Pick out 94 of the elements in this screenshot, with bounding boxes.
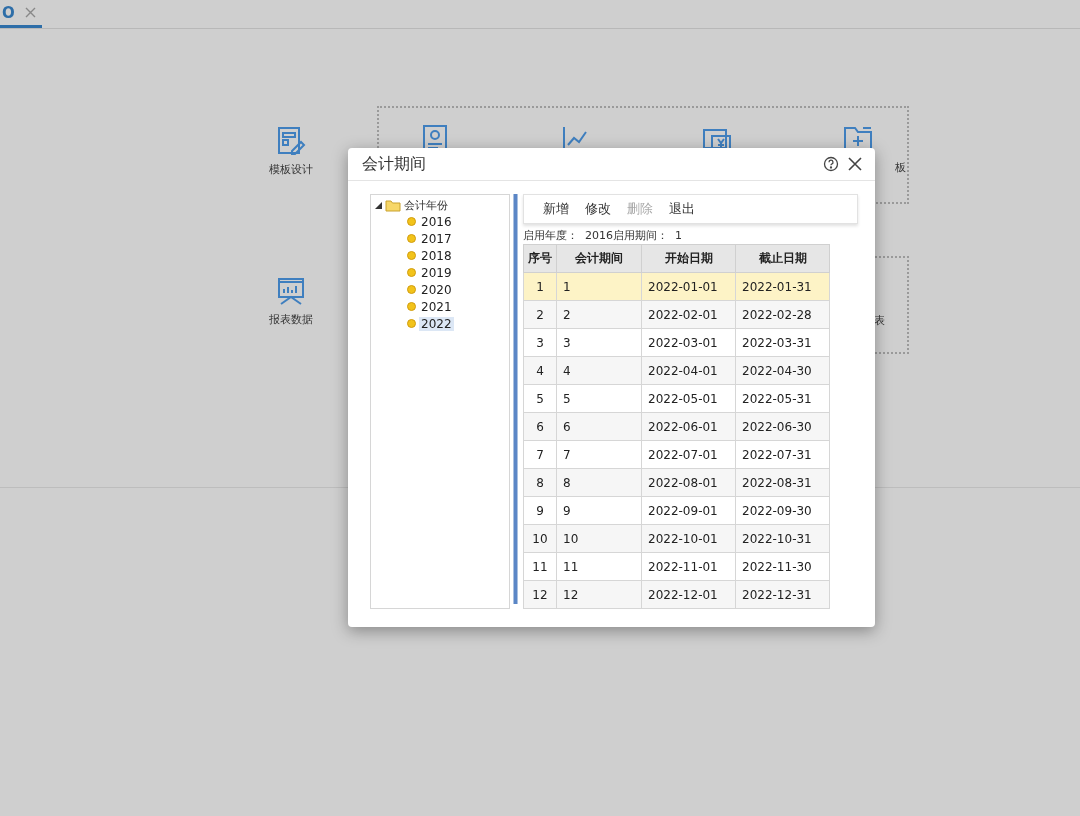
table-cell: 1 bbox=[523, 272, 557, 301]
table-row[interactable]: 7 7 2022-07-01 2022-07-31 bbox=[523, 440, 830, 469]
table-cell: 6 bbox=[523, 412, 557, 441]
table-cell: 8 bbox=[556, 468, 642, 497]
table-cell: 10 bbox=[556, 524, 642, 553]
table-row[interactable]: 11 11 2022-11-01 2022-11-30 bbox=[523, 552, 830, 581]
table-cell: 1 bbox=[556, 272, 642, 301]
table-row[interactable]: 2 2 2022-02-01 2022-02-28 bbox=[523, 300, 830, 329]
table-cell: 2022-01-01 bbox=[641, 272, 736, 301]
dot-icon bbox=[407, 217, 416, 226]
tree-item[interactable]: 2021 bbox=[419, 299, 454, 314]
table-cell: 2022-06-01 bbox=[641, 412, 736, 441]
launcher-label[interactable]: 板 bbox=[895, 160, 906, 175]
table-row[interactable]: 6 6 2022-06-01 2022-06-30 bbox=[523, 412, 830, 441]
toolbar-button[interactable]: 修改 bbox=[578, 200, 618, 218]
table-cell: 5 bbox=[523, 384, 557, 413]
folder-icon bbox=[385, 199, 401, 212]
tree-item[interactable]: 2016 bbox=[419, 214, 454, 229]
table-cell: 9 bbox=[523, 496, 557, 525]
dot-icon bbox=[407, 285, 416, 294]
table-cell: 2 bbox=[556, 300, 642, 329]
table-cell: 2 bbox=[523, 300, 557, 329]
column-header[interactable]: 会计期间 bbox=[556, 244, 642, 273]
table-cell: 2022-11-01 bbox=[641, 552, 736, 581]
table-cell: 2022-08-01 bbox=[641, 468, 736, 497]
table-cell: 2022-01-31 bbox=[735, 272, 830, 301]
table-cell: 2022-03-31 bbox=[735, 328, 830, 357]
column-header[interactable]: 开始日期 bbox=[641, 244, 736, 273]
table-cell: 2022-09-01 bbox=[641, 496, 736, 525]
table-cell: 2022-12-31 bbox=[735, 580, 830, 609]
table-cell: 10 bbox=[523, 524, 557, 553]
table-row[interactable]: 8 8 2022-08-01 2022-08-31 bbox=[523, 468, 830, 497]
table-cell: 4 bbox=[556, 356, 642, 385]
table-row[interactable]: 5 5 2022-05-01 2022-05-31 bbox=[523, 384, 830, 413]
table-cell: 12 bbox=[523, 580, 557, 609]
table-cell: 2022-04-30 bbox=[735, 356, 830, 385]
table-row[interactable]: 1 1 2022-01-01 2022-01-31 bbox=[523, 272, 830, 301]
launcher-label[interactable]: 表 bbox=[874, 313, 885, 328]
help-icon[interactable] bbox=[823, 156, 839, 172]
table-cell: 11 bbox=[556, 552, 642, 581]
table-cell: 2022-03-01 bbox=[641, 328, 736, 357]
table-cell: 3 bbox=[556, 328, 642, 357]
form-pen-icon[interactable] bbox=[276, 126, 306, 156]
table-cell: 2022-08-31 bbox=[735, 468, 830, 497]
table-cell: 2022-02-01 bbox=[641, 300, 736, 329]
table-cell: 2022-10-31 bbox=[735, 524, 830, 553]
table-cell: 2022-11-30 bbox=[735, 552, 830, 581]
table-cell: 2022-02-28 bbox=[735, 300, 830, 329]
tree-item[interactable]: 2019 bbox=[419, 265, 454, 280]
column-header[interactable]: 截止日期 bbox=[735, 244, 830, 273]
table-cell: 2022-10-01 bbox=[641, 524, 736, 553]
table-cell: 9 bbox=[556, 496, 642, 525]
dot-icon bbox=[407, 302, 416, 311]
table-cell: 8 bbox=[523, 468, 557, 497]
table-cell: 4 bbox=[523, 356, 557, 385]
table-cell: 2022-06-30 bbox=[735, 412, 830, 441]
dot-icon bbox=[407, 251, 416, 260]
table-row[interactable]: 4 4 2022-04-01 2022-04-30 bbox=[523, 356, 830, 385]
table-cell: 2022-07-31 bbox=[735, 440, 830, 469]
table-cell: 2022-05-31 bbox=[735, 384, 830, 413]
table-cell: 2022-05-01 bbox=[641, 384, 736, 413]
tree-item[interactable]: 2022 bbox=[419, 316, 454, 331]
dot-icon bbox=[407, 319, 416, 328]
table-row[interactable]: 9 9 2022-09-01 2022-09-30 bbox=[523, 496, 830, 525]
dot-icon bbox=[407, 268, 416, 277]
table-cell: 7 bbox=[556, 440, 642, 469]
table-cell: 6 bbox=[556, 412, 642, 441]
table-cell: 2022-09-30 bbox=[735, 496, 830, 525]
close-icon[interactable] bbox=[847, 156, 863, 172]
table-cell: 2022-12-01 bbox=[641, 580, 736, 609]
table-row[interactable]: 12 12 2022-12-01 2022-12-31 bbox=[523, 580, 830, 609]
presentation-board-icon[interactable] bbox=[276, 276, 306, 306]
dot-icon bbox=[407, 234, 416, 243]
launcher-label[interactable]: 模板设计 bbox=[269, 162, 313, 177]
column-header[interactable]: 序号 bbox=[523, 244, 557, 273]
table-row[interactable]: 3 3 2022-03-01 2022-03-31 bbox=[523, 328, 830, 357]
table-cell: 2022-07-01 bbox=[641, 440, 736, 469]
expander-triangle-icon[interactable] bbox=[375, 202, 382, 209]
tree-item[interactable]: 2020 bbox=[419, 282, 454, 297]
launcher-label[interactable]: 报表数据 bbox=[269, 312, 313, 327]
toolbar-button[interactable]: 退出 bbox=[662, 200, 702, 218]
table-cell: 12 bbox=[556, 580, 642, 609]
tree-item[interactable]: 2018 bbox=[419, 248, 454, 263]
table-cell: 5 bbox=[556, 384, 642, 413]
toolbar-button[interactable]: 新增 bbox=[536, 200, 576, 218]
table-row[interactable]: 10 10 2022-10-01 2022-10-31 bbox=[523, 524, 830, 553]
table-cell: 11 bbox=[523, 552, 557, 581]
tree-label[interactable]: 会计年份 bbox=[404, 198, 448, 213]
info-text: 启用年度： 2016启用期间： 1 bbox=[523, 228, 683, 243]
tree-item[interactable]: 2017 bbox=[419, 231, 454, 246]
table-cell: 2022-04-01 bbox=[641, 356, 736, 385]
table-cell: 7 bbox=[523, 440, 557, 469]
table-cell: 3 bbox=[523, 328, 557, 357]
dialog-title: 会计期间 bbox=[362, 153, 427, 175]
